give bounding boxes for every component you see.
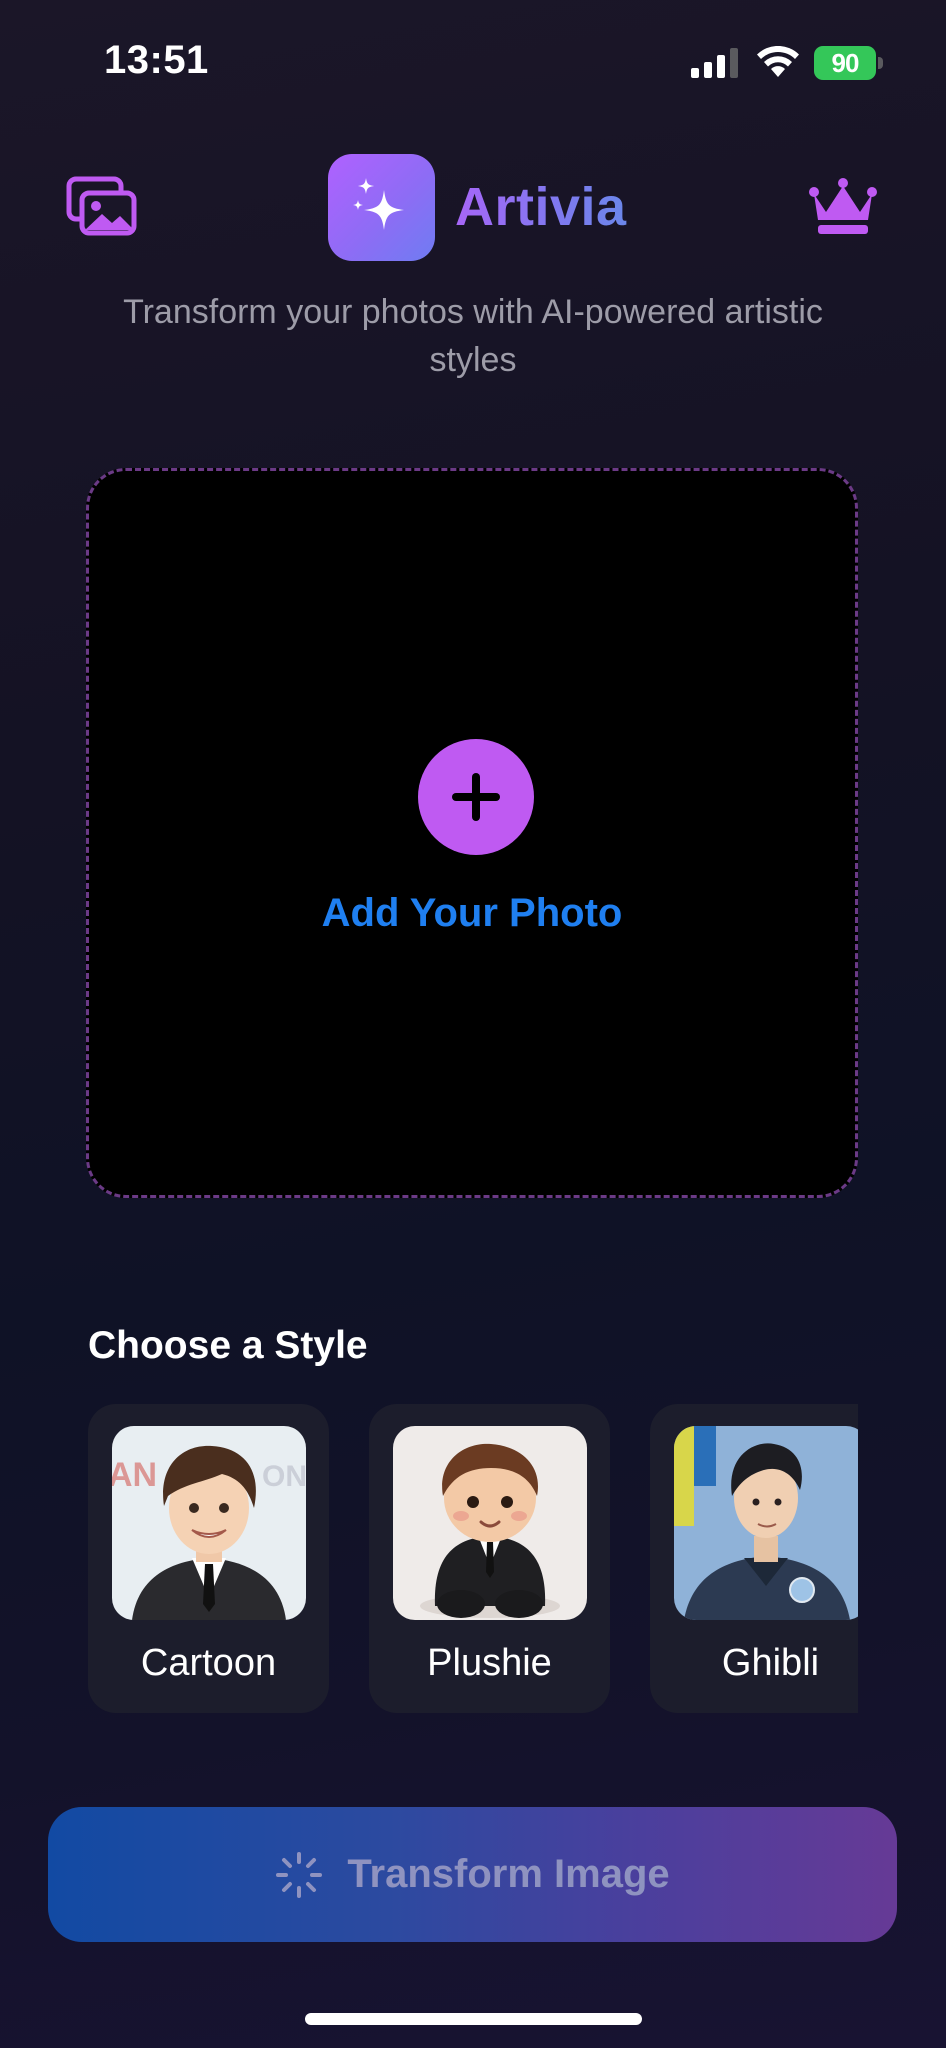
crown-icon[interactable] — [808, 178, 878, 236]
app-subtitle: Transform your photos with AI-powered ar… — [123, 293, 823, 379]
style-label-plushie: Plushie — [427, 1642, 552, 1684]
app-title: Artivia — [455, 177, 627, 237]
home-indicator — [305, 2013, 642, 2025]
sparkles-icon — [352, 177, 404, 230]
style-card-plushie[interactable]: Plushie — [369, 1404, 610, 1713]
battery-body: 90 — [814, 46, 876, 80]
choose-style-heading: Choose a Style — [88, 1324, 368, 1367]
cellular-signal-icon — [691, 48, 738, 78]
status-time: 13:51 — [104, 38, 209, 82]
style-card-cartoon[interactable]: AN ON Cartoon — [88, 1404, 329, 1713]
add-photo-label[interactable]: Add Your Photo — [89, 891, 855, 936]
style-thumbnail-ghibli — [674, 1426, 858, 1620]
transform-image-button[interactable]: Transform Image — [48, 1807, 897, 1942]
svg-text:ON: ON — [262, 1460, 306, 1493]
add-photo-dropzone[interactable]: Add Your Photo — [86, 468, 858, 1198]
add-photo-button[interactable] — [418, 739, 534, 855]
app-logo — [328, 154, 435, 261]
style-thumbnail-cartoon: AN ON — [112, 1426, 306, 1620]
style-label-cartoon: Cartoon — [140, 1642, 277, 1684]
transform-button-content: Transform Image — [275, 1851, 670, 1899]
battery-indicator: 90 — [814, 46, 884, 80]
status-bar: 13:51 90 — [0, 0, 946, 120]
battery-level: 90 — [831, 47, 860, 78]
style-thumbnail-plushie — [393, 1426, 587, 1620]
wifi-icon — [757, 46, 799, 77]
svg-text:AN: AN — [112, 1456, 157, 1494]
sparkle-burst-icon — [276, 1851, 323, 1898]
style-carousel[interactable]: AN ON Cartoon Plushie Ghibli — [88, 1404, 858, 1714]
transform-button-label: Transform Image — [347, 1852, 670, 1896]
battery-cap — [878, 57, 883, 69]
style-label-ghibli: Ghibli — [721, 1642, 820, 1684]
plus-icon — [452, 773, 500, 821]
style-card-ghibli[interactable]: Ghibli — [650, 1404, 858, 1713]
photo-gallery-icon[interactable] — [66, 176, 138, 238]
